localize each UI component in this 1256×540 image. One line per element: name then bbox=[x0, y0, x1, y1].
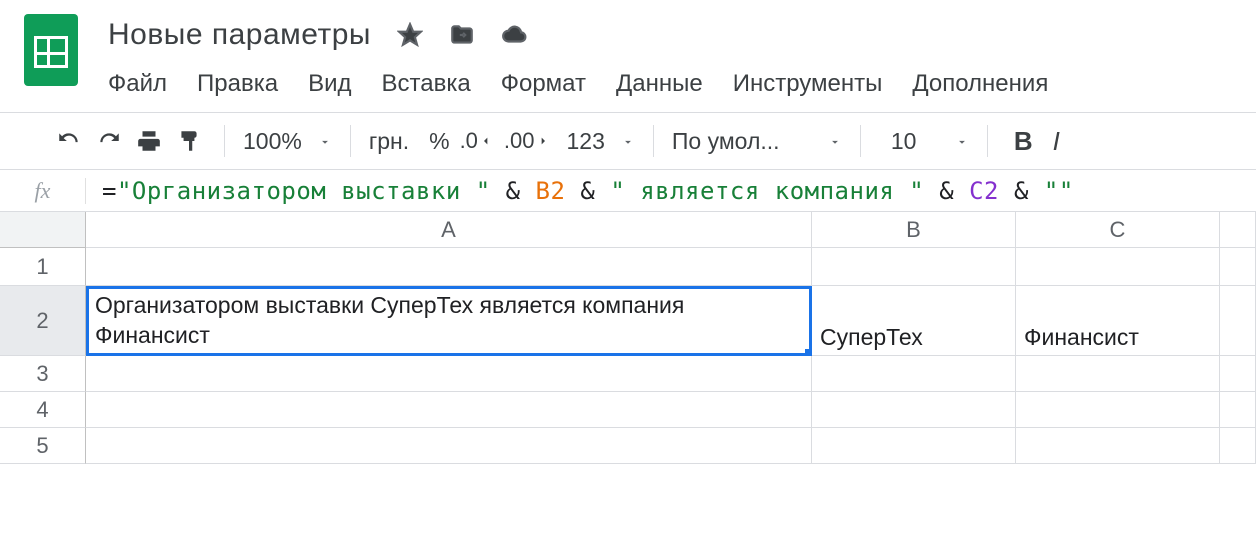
cell-B2[interactable]: СуперТех bbox=[812, 286, 1016, 356]
menu-format[interactable]: Формат bbox=[501, 70, 586, 98]
sheets-logo[interactable] bbox=[24, 14, 78, 86]
formula-amp4: & bbox=[999, 177, 1044, 205]
col-header-B[interactable]: B bbox=[812, 212, 1016, 248]
paint-format-button[interactable] bbox=[172, 124, 206, 158]
increase-decimals-button[interactable]: .00 bbox=[504, 124, 551, 158]
cloud-status-icon[interactable] bbox=[497, 18, 531, 52]
print-button[interactable] bbox=[132, 124, 166, 158]
formula-amp2: & bbox=[565, 177, 610, 205]
menu-edit[interactable]: Правка bbox=[197, 70, 278, 98]
menu-data[interactable]: Данные bbox=[616, 70, 703, 98]
cell-A2[interactable]: Организатором выставки СуперТех является… bbox=[86, 286, 812, 356]
formula-input[interactable]: = "Организатором выставки " & B2 & " явл… bbox=[86, 177, 1256, 205]
cell-A5[interactable] bbox=[86, 428, 812, 464]
toolbar: 100% грн. % .0 .00 123 По умол... 10 B I bbox=[0, 113, 1256, 169]
redo-button[interactable] bbox=[92, 124, 126, 158]
cell-C1[interactable] bbox=[1016, 248, 1220, 286]
font-selector[interactable]: По умол... bbox=[672, 128, 842, 155]
fx-label: fx bbox=[0, 178, 86, 204]
cell-D5[interactable] bbox=[1220, 428, 1256, 464]
col-header-C[interactable]: C bbox=[1016, 212, 1220, 248]
cell-A2-value: Организатором выставки СуперТех является… bbox=[95, 291, 803, 351]
cell-C5[interactable] bbox=[1016, 428, 1220, 464]
menu-file[interactable]: Файл bbox=[108, 70, 167, 98]
cell-C2[interactable]: Финансист bbox=[1016, 286, 1220, 356]
font-size: 10 bbox=[891, 128, 917, 155]
cell-A1[interactable] bbox=[86, 248, 812, 286]
row-header-4[interactable]: 4 bbox=[0, 392, 86, 428]
formula-amp3: & bbox=[924, 177, 969, 205]
cell-C4[interactable] bbox=[1016, 392, 1220, 428]
cell-A3[interactable] bbox=[86, 356, 812, 392]
menu-tools[interactable]: Инструменты bbox=[733, 70, 883, 98]
formula-ref2: C2 bbox=[969, 177, 999, 205]
menubar: Файл Правка Вид Вставка Формат Данные Ин… bbox=[108, 70, 1256, 98]
row-header-1[interactable]: 1 bbox=[0, 248, 86, 286]
cell-A4[interactable] bbox=[86, 392, 812, 428]
percent-button[interactable]: % bbox=[429, 128, 449, 155]
cell-B4[interactable] bbox=[812, 392, 1016, 428]
cell-C3[interactable] bbox=[1016, 356, 1220, 392]
chevron-down-icon bbox=[955, 128, 969, 155]
document-title[interactable]: Новые параметры bbox=[108, 18, 371, 52]
currency-button[interactable]: грн. bbox=[369, 128, 409, 155]
cell-B3[interactable] bbox=[812, 356, 1016, 392]
undo-button[interactable] bbox=[52, 124, 86, 158]
zoom-value: 100% bbox=[243, 128, 302, 155]
menu-addons[interactable]: Дополнения bbox=[912, 70, 1048, 98]
col-header-extra[interactable] bbox=[1220, 212, 1256, 248]
chevron-down-icon bbox=[621, 128, 635, 155]
formula-str3: "" bbox=[1044, 177, 1074, 205]
formula-amp1: & bbox=[491, 177, 536, 205]
row-header-2[interactable]: 2 bbox=[0, 286, 86, 356]
more-formats-button[interactable]: 123 bbox=[567, 128, 635, 155]
cell-B1[interactable] bbox=[812, 248, 1016, 286]
chevron-down-icon bbox=[318, 128, 332, 155]
menu-insert[interactable]: Вставка bbox=[382, 70, 471, 98]
cell-B5[interactable] bbox=[812, 428, 1016, 464]
formula-str1: "Организатором выставки " bbox=[117, 177, 491, 205]
cell-D4[interactable] bbox=[1220, 392, 1256, 428]
col-header-A[interactable]: A bbox=[86, 212, 812, 248]
formula-bar: fx = "Организатором выставки " & B2 & " … bbox=[0, 170, 1256, 212]
cell-D2[interactable] bbox=[1220, 286, 1256, 356]
formula-eq: = bbox=[102, 177, 117, 205]
cell-C2-value: Финансист bbox=[1024, 324, 1139, 351]
cell-B2-value: СуперТех bbox=[820, 324, 923, 351]
italic-button[interactable]: I bbox=[1053, 126, 1060, 157]
font-name: По умол... bbox=[672, 128, 780, 155]
formula-ref1: B2 bbox=[536, 177, 566, 205]
menu-view[interactable]: Вид bbox=[308, 70, 351, 98]
select-all-corner[interactable] bbox=[0, 212, 86, 248]
chevron-down-icon bbox=[828, 128, 842, 155]
header: Новые параметры bbox=[0, 0, 1256, 98]
move-to-folder-icon[interactable] bbox=[445, 18, 479, 52]
cell-D1[interactable] bbox=[1220, 248, 1256, 286]
star-icon[interactable] bbox=[393, 18, 427, 52]
spreadsheet-grid: A B C 1 2 Организатором выставки СуперТе… bbox=[0, 212, 1256, 464]
font-size-selector[interactable]: 10 bbox=[879, 128, 969, 155]
row-header-3[interactable]: 3 bbox=[0, 356, 86, 392]
formula-str2: " является компания " bbox=[610, 177, 924, 205]
cell-D3[interactable] bbox=[1220, 356, 1256, 392]
row-header-5[interactable]: 5 bbox=[0, 428, 86, 464]
selection-handle[interactable] bbox=[805, 349, 812, 356]
bold-button[interactable]: B bbox=[1014, 126, 1033, 157]
zoom-selector[interactable]: 100% bbox=[243, 128, 332, 155]
decrease-decimals-button[interactable]: .0 bbox=[460, 124, 494, 158]
header-main: Новые параметры bbox=[108, 14, 1256, 98]
